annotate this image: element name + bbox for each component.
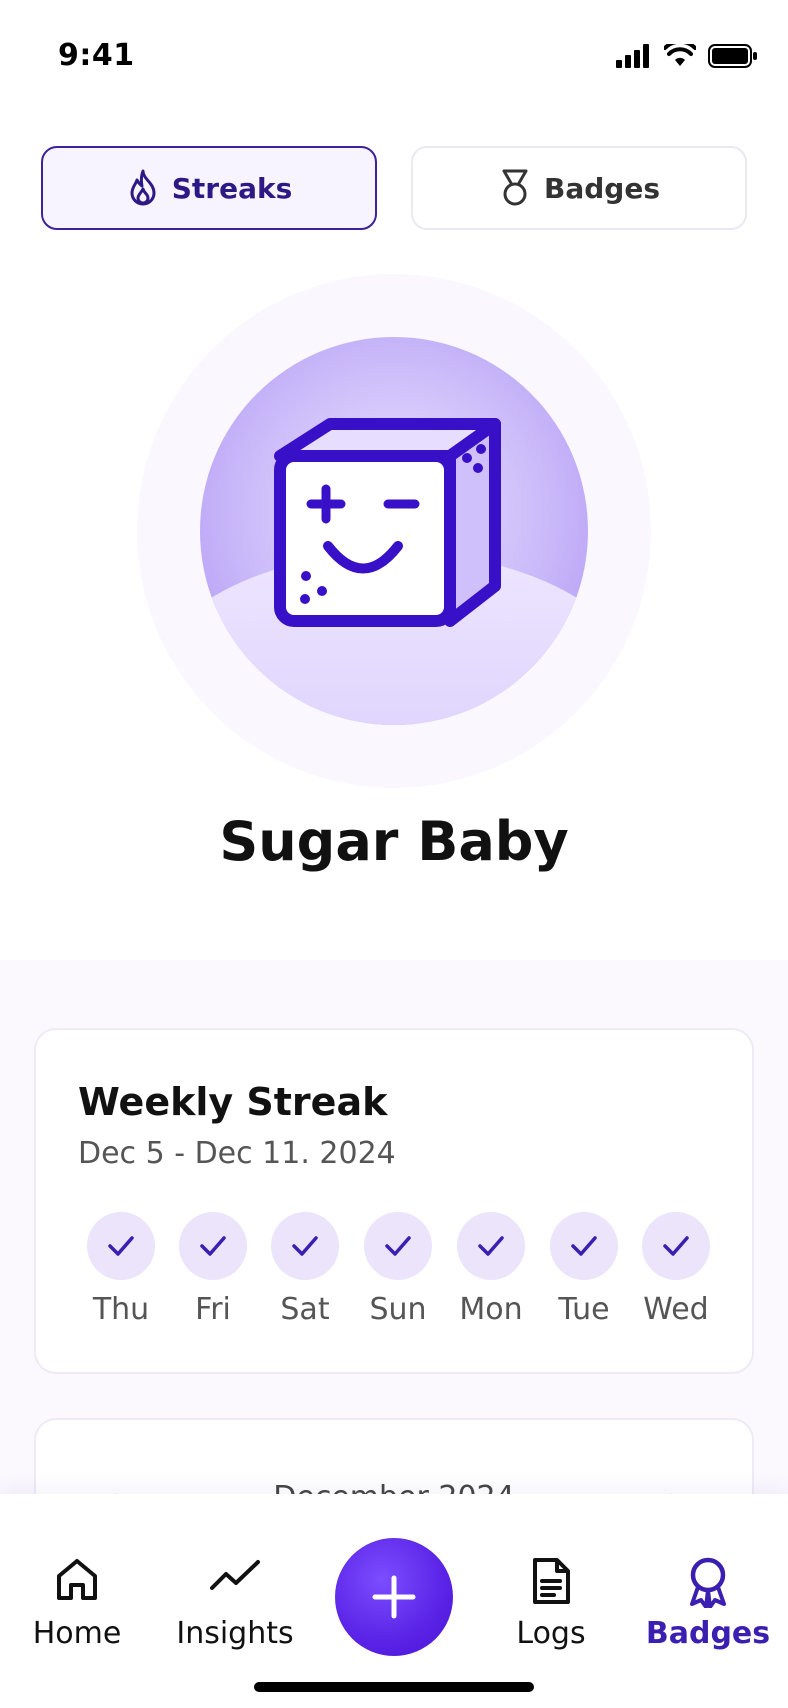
day-label: Wed [643, 1292, 709, 1327]
day-wed: Wed [631, 1212, 721, 1327]
day-thu: Thu [76, 1212, 166, 1327]
tab-home[interactable]: Home [2, 1494, 152, 1664]
tab-streaks[interactable]: Streaks [41, 146, 377, 230]
add-button[interactable] [335, 1538, 453, 1656]
check-icon [457, 1212, 525, 1280]
status-icons [616, 44, 758, 68]
home-icon [57, 1559, 97, 1600]
day-label: Mon [459, 1292, 523, 1327]
day-mon: Mon [446, 1212, 536, 1327]
bottom-tab-bar: Home Insights Logs Badges [0, 1494, 788, 1708]
tab-streaks-label: Streaks [171, 171, 293, 205]
tab-badges-nav-label: Badges [645, 1616, 771, 1651]
badge-icon [690, 1557, 726, 1608]
tab-insights-label: Insights [176, 1616, 294, 1651]
wifi-icon [664, 44, 696, 66]
medal-icon [502, 169, 528, 206]
check-icon [642, 1212, 710, 1280]
battery-icon [708, 44, 757, 68]
tab-badges[interactable]: Badges [411, 146, 747, 230]
cellular-signal-icon [616, 44, 649, 68]
status-time: 9:41 [58, 38, 135, 73]
tab-badges-nav[interactable]: Badges [633, 1494, 783, 1664]
check-icon [271, 1212, 339, 1280]
day-fri: Fri [168, 1212, 258, 1327]
weekly-streak-days: Thu Fri Sat Sun Mon Tue Wed [76, 1212, 716, 1332]
tab-logs[interactable]: Logs [476, 1494, 626, 1664]
day-label: Thu [92, 1292, 150, 1327]
plus-icon [372, 1575, 416, 1619]
weekly-streak-date-range: Dec 5 - Dec 11. 2024 [78, 1136, 396, 1171]
weekly-streak-card: Weekly Streak Dec 5 - Dec 11. 2024 Thu F… [34, 1028, 754, 1374]
check-icon [87, 1212, 155, 1280]
day-label: Sun [369, 1292, 427, 1327]
logs-icon [533, 1558, 570, 1604]
tab-insights[interactable]: Insights [160, 1494, 310, 1664]
day-label: Sat [280, 1292, 330, 1327]
flame-icon [130, 169, 156, 206]
sugar-cube-mascot-icon [274, 418, 501, 627]
weekly-streak-title: Weekly Streak [78, 1080, 388, 1124]
tab-badges-label: Badges [544, 171, 660, 205]
day-tue: Tue [539, 1212, 629, 1327]
home-indicator [254, 1682, 534, 1692]
day-sat: Sat [260, 1212, 350, 1327]
day-sun: Sun [353, 1212, 443, 1327]
day-label: Fri [195, 1292, 231, 1327]
tab-logs-label: Logs [516, 1616, 586, 1651]
insights-icon [210, 1560, 260, 1590]
day-label: Tue [558, 1292, 610, 1327]
check-icon [364, 1212, 432, 1280]
check-icon [179, 1212, 247, 1280]
check-icon [550, 1212, 618, 1280]
status-bar: 9:41 [0, 0, 788, 110]
tab-home-label: Home [32, 1616, 122, 1651]
mascot-name: Sugar Baby [219, 810, 569, 873]
